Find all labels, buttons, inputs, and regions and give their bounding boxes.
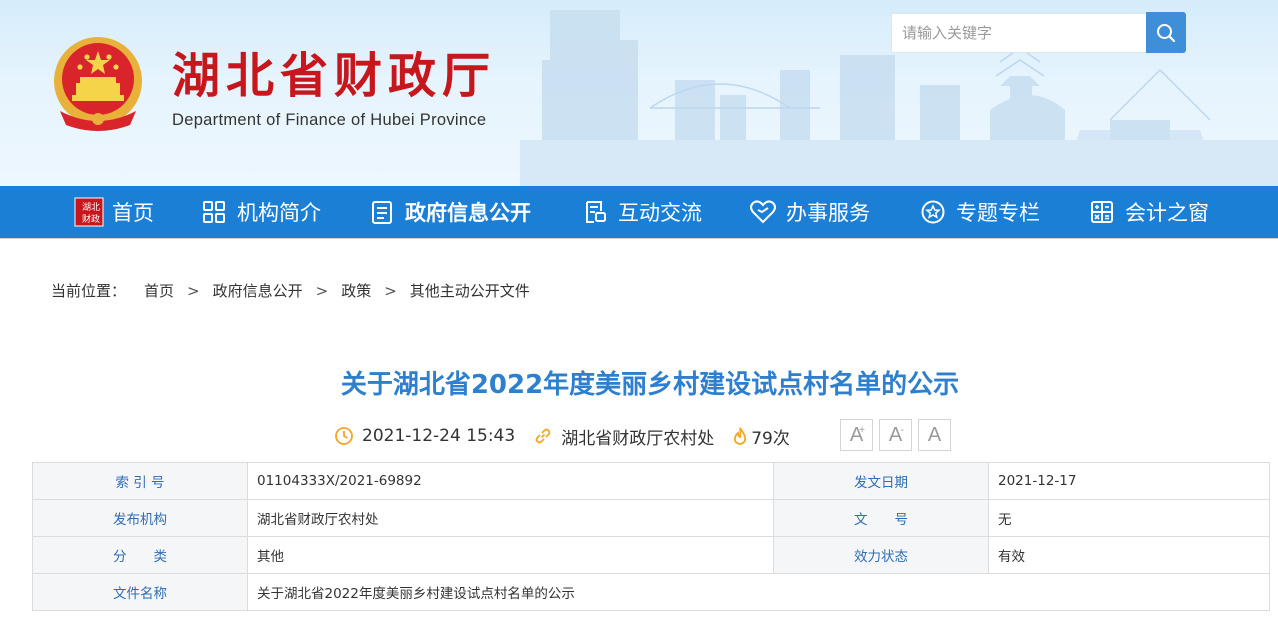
link-icon bbox=[535, 428, 551, 444]
star-circle-icon bbox=[918, 197, 948, 227]
main-nav: 湖 北 财 政 首页 机构简介 政府信息公开 互动交流 办事服务 专题专栏 会计… bbox=[0, 186, 1278, 238]
font-size-controls: A + A- A bbox=[840, 419, 957, 451]
chat-document-icon bbox=[580, 197, 610, 227]
nav-item-services[interactable]: 办事服务 bbox=[748, 186, 870, 238]
table-row: 文件名称 关于湖北省2022年度美丽乡村建设试点村名单的公示 bbox=[32, 573, 1270, 611]
category-value: 其他 bbox=[247, 536, 774, 574]
breadcrumb-separator: > bbox=[384, 281, 397, 300]
article-title: 关于湖北省2022年度美丽乡村建设试点村名单的公示 bbox=[340, 370, 960, 400]
breadcrumb-other-docs[interactable]: 其他主动公开文件 bbox=[410, 280, 530, 301]
file-name-value: 关于湖北省2022年度美丽乡村建设试点村名单的公示 bbox=[247, 573, 1270, 611]
search-icon bbox=[1157, 23, 1176, 42]
font-reset-button[interactable]: A bbox=[918, 419, 951, 451]
svg-text:北: 北 bbox=[91, 202, 100, 213]
issue-date-value: 2021-12-17 bbox=[988, 462, 1270, 500]
svg-text:湖: 湖 bbox=[82, 202, 91, 213]
hubei-finance-logo-icon: 湖 北 财 政 bbox=[74, 197, 104, 227]
issue-date-label: 发文日期 bbox=[773, 462, 989, 500]
nav-item-interaction[interactable]: 互动交流 bbox=[580, 186, 702, 238]
search-input[interactable] bbox=[891, 13, 1147, 53]
font-increase-button[interactable]: A + bbox=[840, 419, 873, 451]
file-name-label: 文件名称 bbox=[32, 573, 248, 611]
font-decrease-button[interactable]: A- bbox=[879, 419, 912, 451]
nav-item-gov-info[interactable]: 政府信息公开 bbox=[367, 186, 531, 238]
nav-label: 会计之窗 bbox=[1125, 201, 1209, 225]
meta-views-text: 79次 bbox=[751, 428, 790, 449]
index-number-value: 01104333X/2021-69892 bbox=[247, 462, 774, 500]
nav-divider bbox=[0, 238, 1278, 239]
nav-label: 办事服务 bbox=[786, 201, 870, 225]
search-button[interactable] bbox=[1146, 12, 1186, 53]
nav-item-accounting[interactable]: 会计之窗 bbox=[1087, 186, 1209, 238]
nav-label: 政府信息公开 bbox=[405, 201, 531, 225]
table-row: 分 类 其他 效力状态 有效 bbox=[32, 536, 1270, 574]
meta-source: 湖北省财政厅农村处 bbox=[533, 424, 714, 449]
document-list-icon bbox=[367, 197, 397, 227]
doc-number-value: 无 bbox=[988, 499, 1270, 537]
site-subtitle: Department of Finance of Hubei Province bbox=[172, 111, 487, 129]
breadcrumb-separator: > bbox=[187, 281, 200, 300]
publisher-value: 湖北省财政厅农村处 bbox=[247, 499, 774, 537]
svg-text:政: 政 bbox=[91, 213, 100, 225]
table-row: 索 引 号 01104333X/2021-69892 发文日期 2021-12-… bbox=[32, 462, 1270, 500]
article-meta: 2021-12-24 15:43 湖北省财政厅农村处 79次 bbox=[334, 422, 808, 450]
svg-text:财: 财 bbox=[82, 213, 91, 225]
meta-datetime-text: 2021-12-24 15:43 bbox=[362, 426, 516, 446]
flame-icon bbox=[734, 427, 747, 445]
doc-number-label: 文 号 bbox=[773, 499, 989, 537]
index-number-label: 索 引 号 bbox=[32, 462, 248, 500]
site-header: 湖北省财政厅 Department of Finance of Hubei Pr… bbox=[0, 0, 1278, 186]
meta-views: 79次 bbox=[732, 424, 790, 449]
breadcrumb: 当前位置： 首页 > 政府信息公开 > 政策 > 其他主动公开文件 bbox=[51, 280, 530, 301]
calculator-icon bbox=[1087, 197, 1117, 227]
validity-label: 效力状态 bbox=[773, 536, 989, 574]
heart-icon bbox=[748, 197, 778, 227]
validity-value: 有效 bbox=[988, 536, 1270, 574]
meta-source-text: 湖北省财政厅农村处 bbox=[561, 428, 715, 449]
site-title: 湖北省财政厅 bbox=[172, 48, 497, 104]
breadcrumb-home[interactable]: 首页 bbox=[144, 280, 174, 301]
national-emblem-icon bbox=[54, 37, 142, 131]
clock-icon bbox=[335, 427, 353, 445]
nav-item-home[interactable]: 湖 北 财 政 首页 bbox=[74, 186, 154, 238]
publisher-label: 发布机构 bbox=[32, 499, 248, 537]
nav-label: 首页 bbox=[112, 201, 154, 225]
breadcrumb-policy[interactable]: 政策 bbox=[341, 280, 371, 301]
nav-label: 机构简介 bbox=[237, 201, 321, 225]
breadcrumb-gov-info[interactable]: 政府信息公开 bbox=[213, 280, 303, 301]
nav-label: 互动交流 bbox=[618, 201, 702, 225]
breadcrumb-separator: > bbox=[315, 281, 329, 300]
table-row: 发布机构 湖北省财政厅农村处 文 号 无 bbox=[32, 499, 1270, 537]
nav-label: 专题专栏 bbox=[956, 201, 1040, 225]
category-label: 分 类 bbox=[32, 536, 248, 574]
nav-item-about[interactable]: 机构简介 bbox=[199, 186, 321, 238]
document-info-table: 索 引 号 01104333X/2021-69892 发文日期 2021-12-… bbox=[32, 462, 1270, 611]
breadcrumb-lead: 当前位置： bbox=[51, 282, 127, 300]
nav-item-topics[interactable]: 专题专栏 bbox=[918, 186, 1040, 238]
grid-icon bbox=[199, 197, 229, 227]
meta-datetime: 2021-12-24 15:43 bbox=[334, 426, 515, 446]
